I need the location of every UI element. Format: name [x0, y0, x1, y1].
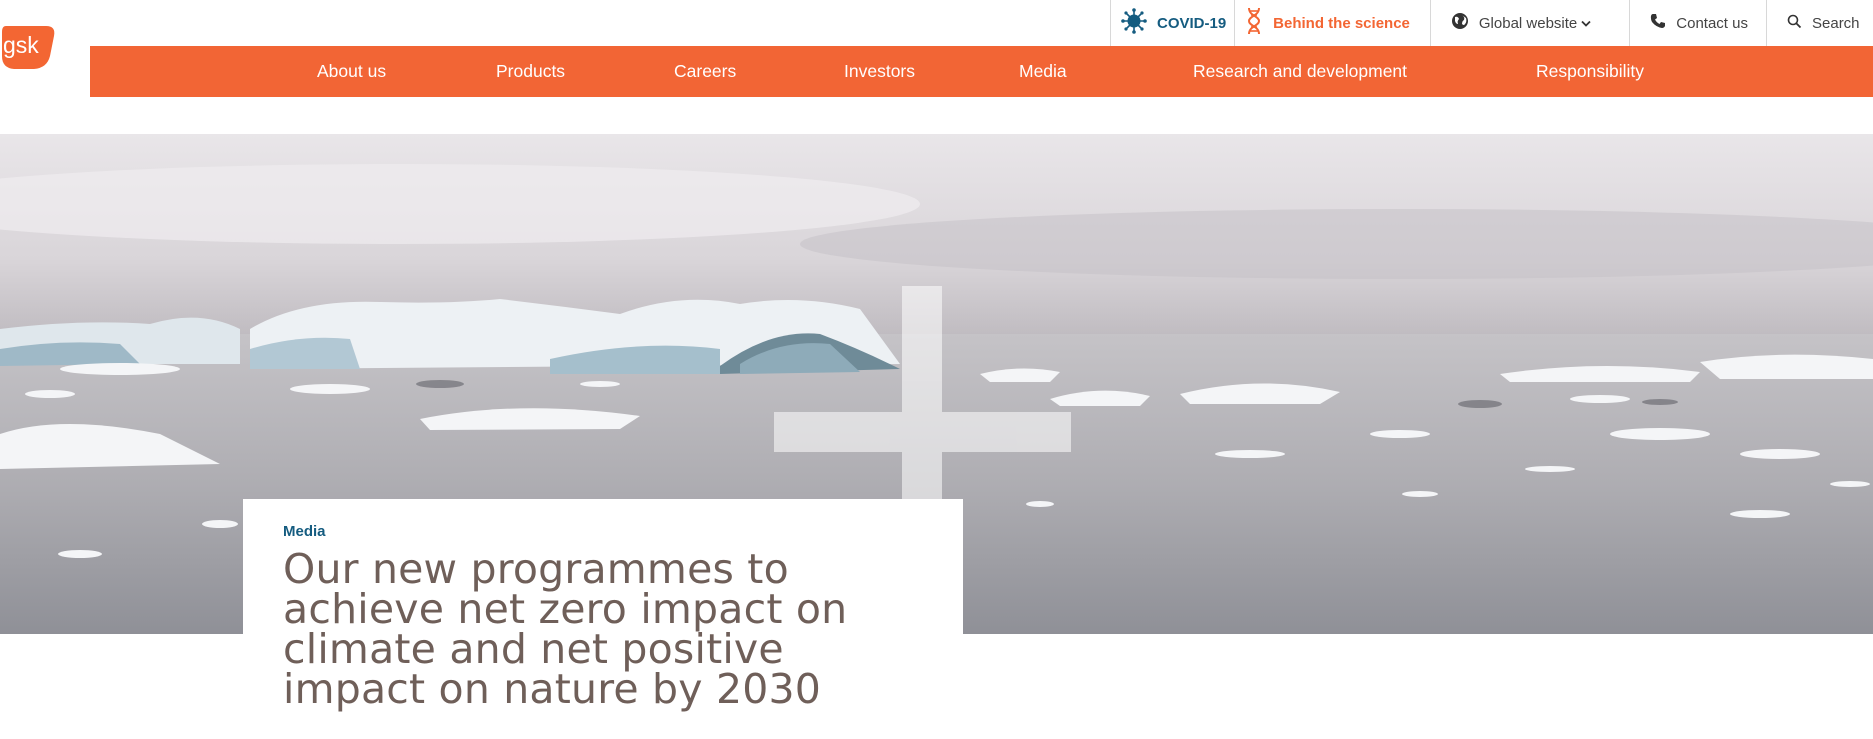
nav-responsibility[interactable]: Responsibility [1536, 46, 1644, 97]
nav-research-and-development[interactable]: Research and development [1193, 46, 1407, 97]
logo-text: gsk [3, 32, 39, 58]
contact-us-link[interactable]: Contact us [1629, 0, 1766, 46]
behind-the-science-label: Behind the science [1273, 14, 1410, 32]
virus-icon [1121, 8, 1147, 38]
article-title: Our new programmes to achieve net zero i… [283, 545, 848, 713]
contact-us-label: Contact us [1676, 14, 1748, 32]
dna-icon [1245, 6, 1263, 40]
nav-products[interactable]: Products [496, 46, 565, 97]
covid-link[interactable]: COVID-19 [1109, 0, 1234, 46]
search-label: Search [1812, 14, 1860, 32]
behind-the-science-link[interactable]: Behind the science [1234, 0, 1430, 46]
nav-about-us[interactable]: About us [317, 46, 386, 97]
nav-careers[interactable]: Careers [674, 46, 736, 97]
globe-icon [1451, 12, 1469, 34]
nav-investors[interactable]: Investors [844, 46, 915, 97]
search-icon [1787, 14, 1802, 33]
article-card: Media Our new programmes to achieve net … [243, 499, 963, 739]
utility-nav: COVID-19 Behind the science Global websi… [1109, 0, 1873, 46]
chevron-down-icon [1581, 15, 1591, 32]
main-nav: About us Products Careers Investors Medi… [90, 46, 1873, 97]
article-category[interactable]: Media [283, 523, 326, 540]
search-button[interactable]: Search [1766, 0, 1873, 46]
global-website-dropdown[interactable]: Global website [1429, 0, 1629, 46]
nav-media[interactable]: Media [1019, 46, 1067, 97]
covid-label: COVID-19 [1156, 14, 1227, 32]
gsk-logo[interactable]: gsk [0, 22, 56, 70]
global-website-label: Global website [1478, 14, 1578, 32]
phone-icon [1650, 13, 1666, 33]
